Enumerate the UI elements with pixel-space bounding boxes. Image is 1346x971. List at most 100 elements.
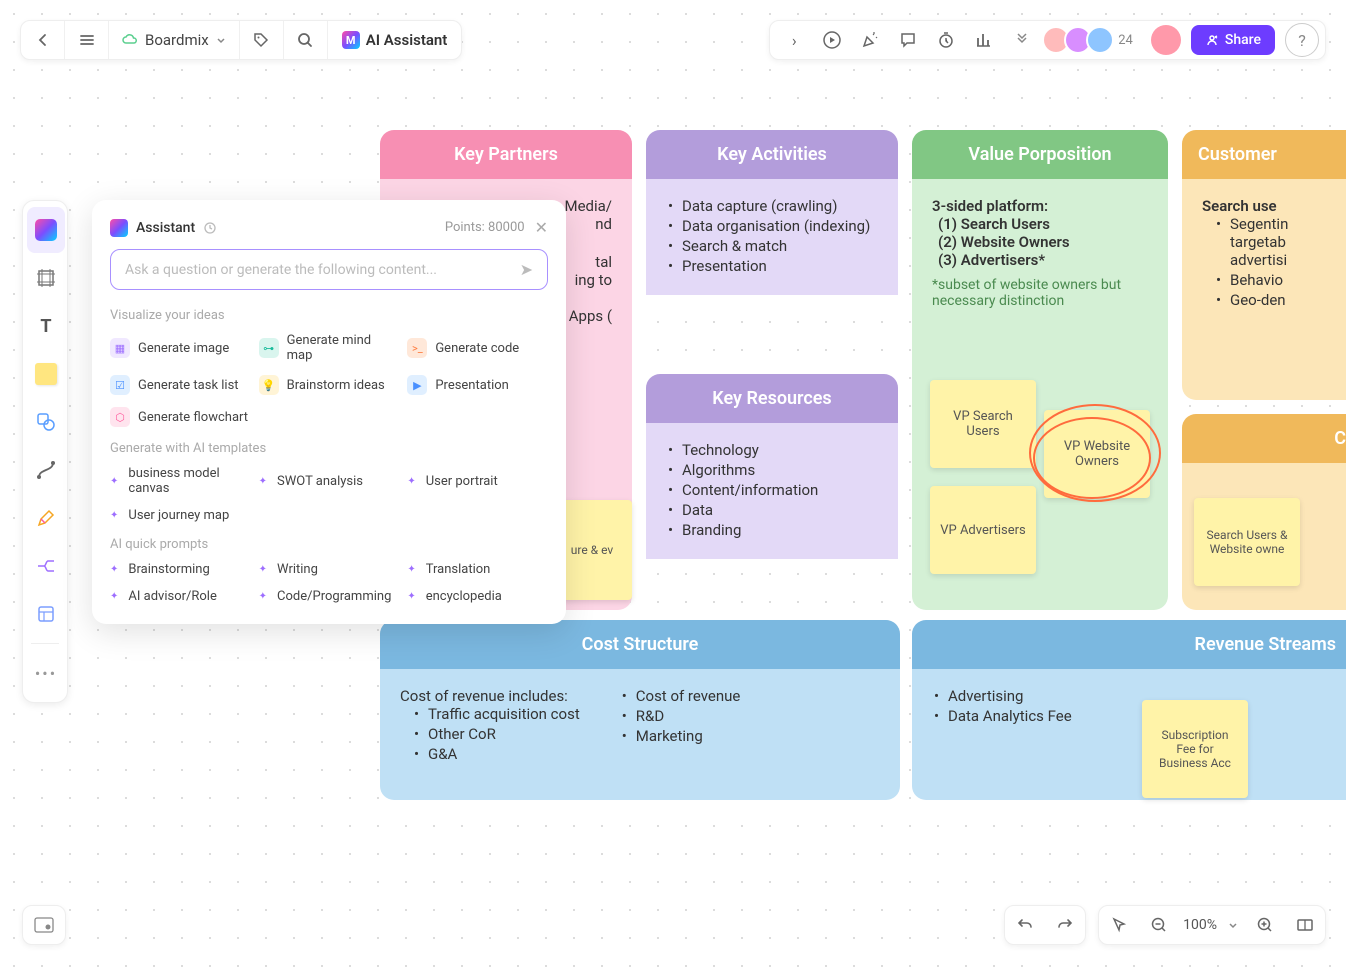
- close-icon[interactable]: ✕: [535, 218, 548, 237]
- ai-logo-icon: M: [342, 31, 360, 49]
- top-toolbar-left: Boardmix M AI Assistant: [20, 20, 462, 60]
- help-button[interactable]: ?: [1285, 23, 1319, 57]
- ai-assistant-button[interactable]: M AI Assistant: [328, 31, 462, 49]
- board-title-dropdown[interactable]: Boardmix: [109, 21, 240, 59]
- bottom-toolbar: 100%: [1004, 905, 1326, 945]
- collaborator-avatars[interactable]: 24: [1048, 26, 1141, 54]
- history-icon[interactable]: [203, 221, 217, 235]
- redo-button[interactable]: [1045, 905, 1085, 945]
- sticky-vp-website[interactable]: VP Website Owners: [1044, 410, 1150, 498]
- minimap-button[interactable]: [22, 905, 66, 945]
- more-chevron-icon[interactable]: [1004, 22, 1040, 58]
- timer-button[interactable]: [928, 22, 964, 58]
- mindmap-icon: ⊶: [259, 338, 279, 358]
- presentation[interactable]: ▶Presentation: [407, 375, 548, 395]
- card-header: Key Activities: [646, 130, 898, 179]
- connector-tool[interactable]: [23, 447, 69, 493]
- prompt-brainstorming[interactable]: ✦Brainstorming: [110, 562, 251, 577]
- section-templates: Generate with AI templates: [110, 441, 548, 456]
- search-button[interactable]: [284, 21, 328, 59]
- play-button[interactable]: [814, 22, 850, 58]
- generate-image[interactable]: ▦Generate image: [110, 333, 251, 363]
- card-customer[interactable]: Customer Search use Segentintargetabadve…: [1182, 130, 1346, 400]
- sticky-vp-advertisers[interactable]: VP Advertisers: [930, 486, 1036, 574]
- board-name: Boardmix: [145, 31, 209, 49]
- zoom-dropdown[interactable]: [1221, 905, 1245, 945]
- image-icon: ▦: [110, 338, 130, 358]
- card-revenue-streams[interactable]: Revenue Streams Advertising Data Analyti…: [912, 620, 1346, 800]
- template-user-journey[interactable]: ✦User journey map: [110, 508, 251, 523]
- code-icon: >_: [407, 338, 427, 358]
- card-cost-structure[interactable]: Cost Structure Cost of revenue includes:…: [380, 620, 900, 800]
- chart-button[interactable]: [966, 22, 1002, 58]
- presentation-icon: ▶: [407, 375, 427, 395]
- avatar-count: 24: [1118, 33, 1133, 48]
- card-header: Customer: [1182, 130, 1346, 179]
- assistant-input[interactable]: [125, 262, 520, 278]
- cloud-icon: [121, 31, 139, 49]
- left-toolbar: T •••: [22, 200, 68, 703]
- expand-icon[interactable]: ›: [776, 22, 812, 58]
- tasklist-icon: ☑: [110, 375, 130, 395]
- template-bmc[interactable]: ✦business model canvas: [110, 466, 251, 496]
- tag-button[interactable]: [240, 21, 284, 59]
- back-button[interactable]: [21, 21, 65, 59]
- assistant-title: Assistant: [136, 220, 195, 236]
- section-prompts: AI quick prompts: [110, 537, 548, 552]
- top-toolbar-right: › 24 Share ?: [769, 20, 1326, 60]
- ai-logo-icon: [110, 219, 128, 237]
- pen-tool[interactable]: [23, 495, 69, 541]
- template-tool[interactable]: [23, 591, 69, 637]
- chevron-down-icon: [215, 34, 227, 46]
- ai-assistant-panel: Assistant Points: 80000 ✕ ➤ Visualize yo…: [92, 200, 566, 624]
- generate-code[interactable]: >_Generate code: [407, 333, 548, 363]
- flowchart-icon: ⬡: [110, 407, 130, 427]
- my-avatar[interactable]: [1151, 25, 1181, 55]
- sticky-vp-search[interactable]: VP Search Users: [930, 380, 1036, 468]
- share-icon: [1205, 33, 1219, 47]
- generate-flowchart[interactable]: ⬡Generate flowchart: [110, 407, 251, 427]
- template-swot[interactable]: ✦SWOT analysis: [259, 466, 400, 496]
- share-button[interactable]: Share: [1191, 25, 1275, 55]
- card-header: Key Resources: [646, 374, 898, 423]
- card-header: Revenue Streams: [912, 620, 1346, 669]
- text-tool[interactable]: T: [23, 303, 69, 349]
- section-visualize: Visualize your ideas: [110, 308, 548, 323]
- prompt-code[interactable]: ✦Code/Programming: [259, 589, 400, 604]
- zoom-level[interactable]: 100%: [1179, 917, 1221, 933]
- generate-mindmap[interactable]: ⊶Generate mind map: [259, 333, 400, 363]
- card-key-activities[interactable]: Key Activities Data capture (crawling) D…: [646, 130, 898, 360]
- card-header: C: [1182, 414, 1346, 463]
- menu-button[interactable]: [65, 21, 109, 59]
- celebrate-button[interactable]: [852, 22, 888, 58]
- select-tool[interactable]: [27, 207, 65, 253]
- avatar: [1086, 26, 1114, 54]
- prompt-encyclopedia[interactable]: ✦encyclopedia: [407, 589, 548, 604]
- sticky-search-users[interactable]: Search Users & Website owne: [1194, 498, 1300, 586]
- card-header: Key Partners: [380, 130, 632, 179]
- zoom-in-button[interactable]: [1245, 905, 1285, 945]
- card-key-resources[interactable]: Key Resources Technology Algorithms Cont…: [646, 374, 898, 610]
- sticky-tool[interactable]: [23, 351, 69, 397]
- comment-button[interactable]: [890, 22, 926, 58]
- sticky-subscription[interactable]: Subscription Fee for Business Acc: [1142, 700, 1248, 798]
- undo-button[interactable]: [1005, 905, 1045, 945]
- card-header: Cost Structure: [380, 620, 900, 669]
- template-user-portrait[interactable]: ✦User portrait: [407, 466, 548, 496]
- assistant-input-container: ➤: [110, 249, 548, 290]
- shape-tool[interactable]: [23, 399, 69, 445]
- zoom-out-button[interactable]: [1139, 905, 1179, 945]
- generate-tasklist[interactable]: ☑Generate task list: [110, 375, 251, 395]
- brainstorm-ideas[interactable]: 💡Brainstorm ideas: [259, 375, 400, 395]
- prompt-ai-advisor[interactable]: ✦AI advisor/Role: [110, 589, 251, 604]
- fit-view-button[interactable]: [1285, 905, 1325, 945]
- mindmap-tool[interactable]: [23, 543, 69, 589]
- prompt-writing[interactable]: ✦Writing: [259, 562, 400, 577]
- prompt-translation[interactable]: ✦Translation: [407, 562, 548, 577]
- frame-tool[interactable]: [23, 255, 69, 301]
- bulb-icon: 💡: [259, 375, 279, 395]
- cursor-button[interactable]: [1099, 905, 1139, 945]
- points-label: Points: 80000: [445, 220, 525, 235]
- more-tools[interactable]: •••: [23, 650, 69, 696]
- send-icon[interactable]: ➤: [520, 260, 533, 279]
